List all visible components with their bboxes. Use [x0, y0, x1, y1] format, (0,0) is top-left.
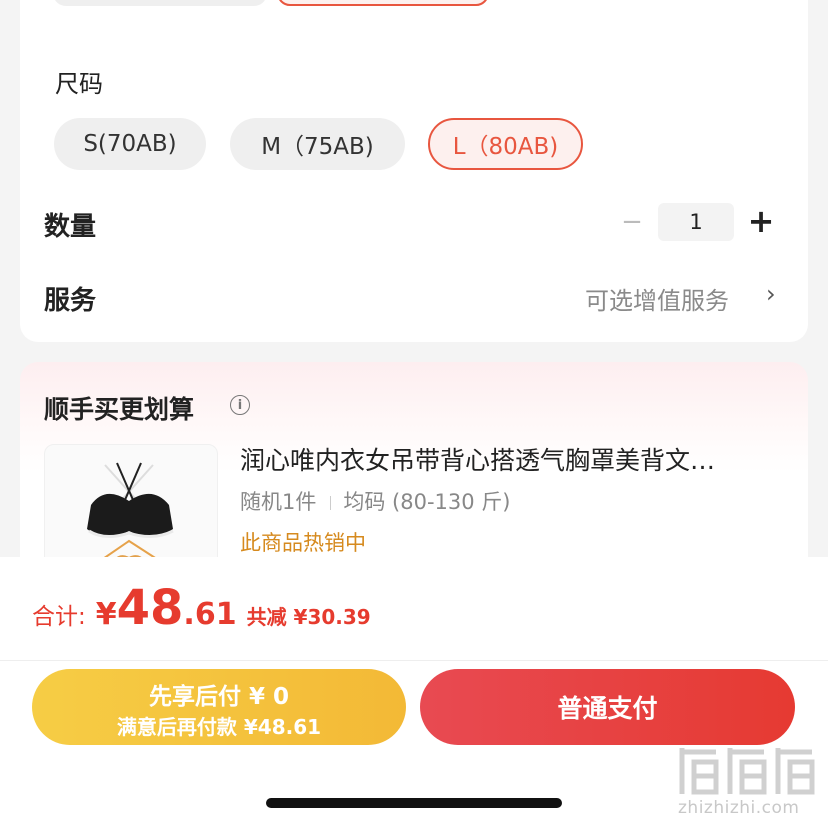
service-hint[interactable]: 可选增值服务	[585, 281, 729, 316]
product-title[interactable]: 润心唯内衣女吊带背心搭透气胸罩美背文…	[240, 441, 780, 477]
option-chip-partial[interactable]	[53, 0, 267, 6]
home-indicator[interactable]	[266, 798, 562, 808]
pay-later-subtitle: 满意后再付款 ¥48.61	[116, 715, 322, 739]
total-decimal: .61	[183, 597, 237, 632]
pay-later-title: 先享后付 ¥ 0	[148, 684, 290, 710]
total-price: 合计: ¥ 48 .61 共减 ¥30.39	[32, 580, 371, 636]
pay-normal-button[interactable]: 普通支付	[420, 669, 795, 745]
quantity-decrease-button[interactable]: −	[618, 207, 646, 237]
bra-image	[87, 462, 174, 575]
info-icon[interactable]: i	[230, 395, 250, 415]
bundle-title: 顺手买更划算	[44, 395, 195, 424]
currency-symbol: ¥	[95, 597, 117, 632]
spec-divider	[330, 496, 332, 510]
total-label: 合计:	[32, 604, 86, 630]
service-label: 服务	[44, 286, 97, 316]
quantity-increase-button[interactable]: +	[746, 202, 776, 240]
size-label: 尺码	[55, 70, 103, 98]
product-spec: 随机1件 均码 (80-130 斤)	[240, 486, 511, 516]
hot-sale-tag: 此商品热销中	[240, 531, 366, 555]
watermark-logo	[679, 748, 815, 795]
discount-total: 共减 ¥30.39	[246, 605, 371, 629]
pay-later-button[interactable]: 先享后付 ¥ 0 满意后再付款 ¥48.61	[32, 669, 406, 745]
size-option-l-selected[interactable]: L（80AB)	[428, 118, 583, 170]
quantity-label: 数量	[44, 212, 97, 242]
total-integer: 48	[116, 580, 184, 636]
watermark-text: zhizhizhi.com	[678, 798, 800, 818]
option-chip-partial-selected[interactable]	[277, 0, 489, 6]
product-size: 均码 (80-130 斤)	[343, 490, 511, 514]
size-option-m[interactable]: M（75AB)	[230, 118, 405, 170]
product-count: 随机1件	[240, 490, 317, 514]
quantity-input[interactable]: 1	[658, 203, 734, 241]
divider	[0, 660, 828, 661]
chevron-right-icon[interactable]: ›	[766, 280, 776, 308]
size-option-s[interactable]: S(70AB)	[54, 118, 206, 170]
